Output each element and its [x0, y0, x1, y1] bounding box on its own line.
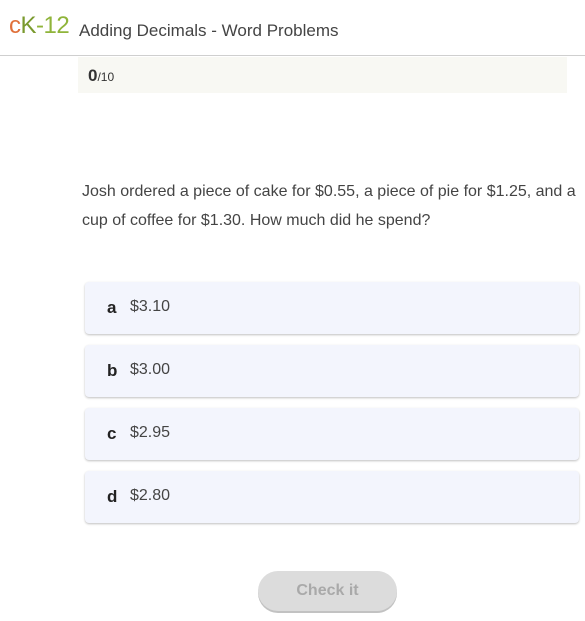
logo-12: -12 [36, 12, 70, 39]
question-text: Josh ordered a piece of cake for $0.55, … [82, 183, 576, 229]
option-letter: b [107, 361, 118, 380]
logo-k: K [20, 12, 37, 39]
app-header: cK-12 Adding Decimals - Word Problems [0, 0, 585, 56]
score-counter: 0/10 [88, 66, 114, 86]
option-letter: d [107, 487, 118, 506]
score-bar: 0/10 [78, 57, 567, 93]
option-text: $3.00 [130, 361, 171, 378]
answer-option-a[interactable]: a $3.10 [85, 282, 579, 334]
option-text: $3.10 [130, 298, 171, 315]
logo-c: c [9, 12, 21, 39]
option-text: $2.80 [130, 487, 171, 504]
answer-option-c[interactable]: c $2.95 [85, 408, 579, 460]
answer-option-d[interactable]: d $2.80 [85, 471, 579, 523]
option-letter: c [107, 424, 117, 443]
option-text: $2.95 [130, 424, 171, 441]
ck12-logo[interactable]: cK-12 [9, 12, 70, 40]
option-letter: a [107, 298, 117, 317]
answer-option-b[interactable]: b $3.00 [85, 345, 579, 397]
score-total: /10 [97, 70, 115, 84]
check-it-button[interactable]: Check it [258, 571, 397, 611]
page-title: Adding Decimals - Word Problems [79, 21, 339, 40]
